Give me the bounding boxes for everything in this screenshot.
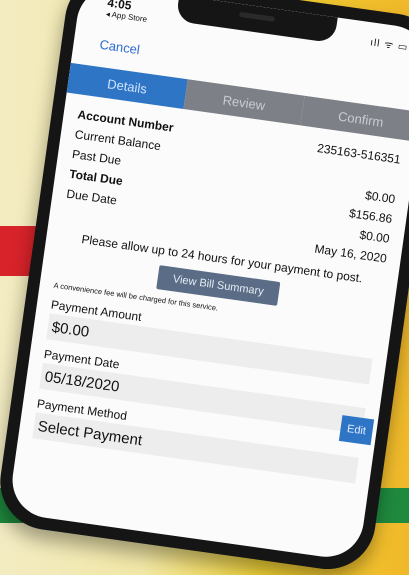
- tab-confirm[interactable]: Confirm: [300, 95, 409, 142]
- total-due-value: $0.00: [358, 227, 391, 246]
- details-content: Account Number 235163-516351 Current Bal…: [32, 104, 402, 484]
- phone-frame: 4:05 ◂ App Store ıll ᯤ ▭ Cancel Details …: [0, 0, 409, 575]
- edit-payment-date-button[interactable]: Edit: [338, 415, 375, 446]
- tab-review[interactable]: Review: [183, 79, 305, 126]
- current-balance-value: $0.00: [364, 188, 396, 207]
- phone-screen: 4:05 ◂ App Store ıll ᯤ ▭ Cancel Details …: [7, 0, 409, 562]
- tab-details[interactable]: Details: [66, 62, 188, 109]
- signal-wifi-battery-icon: ıll ᯤ ▭: [369, 37, 409, 54]
- cancel-button[interactable]: Cancel: [99, 37, 141, 57]
- back-to-app-store-link[interactable]: ◂ App Store: [105, 9, 147, 24]
